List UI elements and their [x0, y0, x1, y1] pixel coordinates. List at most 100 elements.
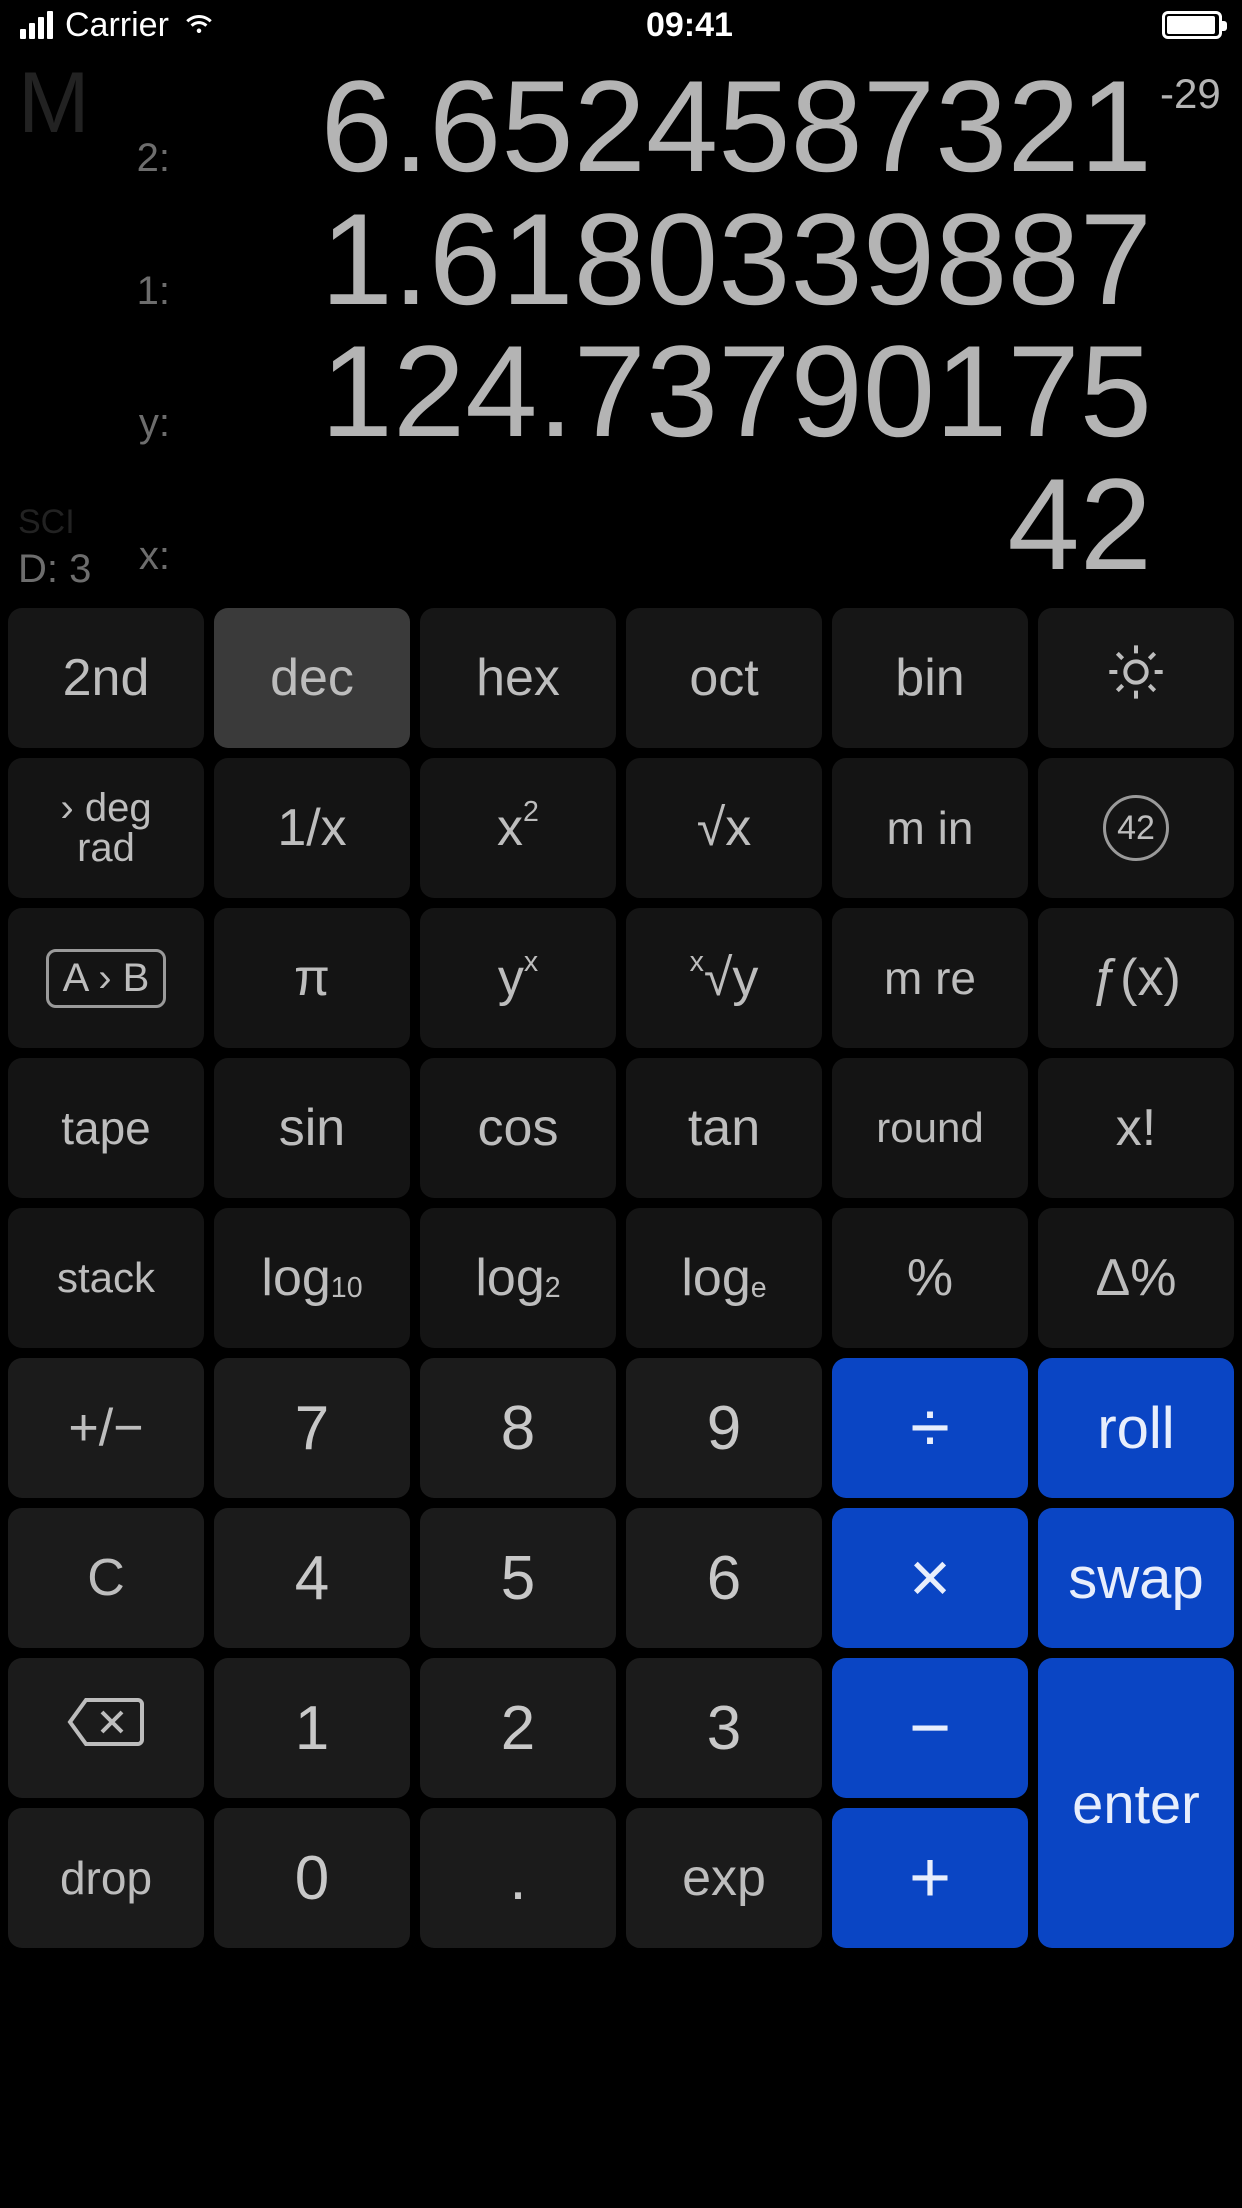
stack-row-1: 1: 1.6180339887: [18, 193, 1224, 326]
carrier-label: Carrier: [65, 6, 169, 45]
enter-button[interactable]: enter: [1038, 1658, 1234, 1948]
stack-exponent: [1152, 458, 1224, 468]
memory-indicator: M: [18, 54, 90, 153]
digit-1-button[interactable]: 1: [214, 1658, 410, 1798]
plus-button[interactable]: +: [832, 1808, 1028, 1948]
square-sup: 2: [523, 796, 539, 829]
hex-mode-button[interactable]: hex: [420, 608, 616, 748]
power-button[interactable]: yx: [420, 908, 616, 1048]
status-bar: Carrier 09:41: [0, 0, 1242, 50]
ln-button[interactable]: loge: [626, 1208, 822, 1348]
root-sup: x: [690, 946, 704, 979]
digit-4-button[interactable]: 4: [214, 1508, 410, 1648]
root-rad: √y: [704, 948, 759, 1008]
stack-row-x: x: 42: [18, 458, 1224, 591]
stack-value: 1.6180339887: [188, 193, 1152, 326]
ab-box-icon: A › B: [46, 949, 167, 1008]
percent-button[interactable]: %: [832, 1208, 1028, 1348]
function-button[interactable]: ƒ(x): [1038, 908, 1234, 1048]
decimal-button[interactable]: .: [420, 1808, 616, 1948]
multiply-button[interactable]: ×: [832, 1508, 1028, 1648]
digit-5-button[interactable]: 5: [420, 1508, 616, 1648]
cos-button[interactable]: cos: [420, 1058, 616, 1198]
xth-root-button[interactable]: x√y: [626, 908, 822, 1048]
factorial-button[interactable]: x!: [1038, 1058, 1234, 1198]
sci-label: SCI: [18, 503, 75, 542]
stack-exponent: -29: [1152, 60, 1224, 118]
stack-label: y:: [18, 401, 188, 446]
log10-button[interactable]: log10: [214, 1208, 410, 1348]
gear-icon: [1104, 640, 1168, 717]
clear-button[interactable]: C: [8, 1508, 204, 1648]
status-right: [1162, 11, 1222, 39]
stack-exponent: [1152, 325, 1224, 335]
digit-9-button[interactable]: 9: [626, 1358, 822, 1498]
convert-button[interactable]: A › B: [8, 908, 204, 1048]
digit-0-button[interactable]: 0: [214, 1808, 410, 1948]
circle-42-icon: 42: [1103, 795, 1169, 861]
sqrt-button[interactable]: √x: [626, 758, 822, 898]
settings-button[interactable]: [1038, 608, 1234, 748]
oct-mode-button[interactable]: oct: [626, 608, 822, 748]
power-base: y: [498, 948, 524, 1008]
battery-icon: [1162, 11, 1222, 39]
stack-button[interactable]: stack: [8, 1208, 204, 1348]
round-button[interactable]: round: [832, 1058, 1028, 1198]
bin-mode-button[interactable]: bin: [832, 608, 1028, 748]
log2-sub: 2: [545, 1272, 561, 1305]
stack-row-2: 2: 6.6524587321 -29: [18, 60, 1224, 193]
wifi-icon: [181, 3, 217, 48]
square-button[interactable]: x2: [420, 758, 616, 898]
stack-row-y: y: 124.73790175: [18, 325, 1224, 458]
log2-base: log: [475, 1248, 544, 1308]
roll-button[interactable]: roll: [1038, 1358, 1234, 1498]
digit-8-button[interactable]: 8: [420, 1358, 616, 1498]
plus-minus-button[interactable]: +/−: [8, 1358, 204, 1498]
pi-button[interactable]: π: [214, 908, 410, 1048]
digit-2-button[interactable]: 2: [420, 1658, 616, 1798]
delta-percent-button[interactable]: Δ%: [1038, 1208, 1234, 1348]
digit-7-button[interactable]: 7: [214, 1358, 410, 1498]
calculator-display: M SCI D: 3 2: 6.6524587321 -29 1: 1.6180…: [0, 50, 1242, 600]
minus-glyph: −: [909, 1687, 951, 1769]
deg-rad-button[interactable]: › deg rad: [8, 758, 204, 898]
loge-sub: e: [751, 1272, 767, 1305]
second-button[interactable]: 2nd: [8, 608, 204, 748]
digit-6-button[interactable]: 6: [626, 1508, 822, 1648]
deg-line1: › deg: [60, 788, 151, 828]
sin-button[interactable]: sin: [214, 1058, 410, 1198]
backspace-icon: [66, 1696, 146, 1761]
drop-button[interactable]: drop: [8, 1808, 204, 1948]
log2-button[interactable]: log2: [420, 1208, 616, 1348]
deg-line2: rad: [77, 828, 135, 868]
mem-recall-button[interactable]: m re: [832, 908, 1028, 1048]
status-time: 09:41: [217, 6, 1162, 45]
tape-button[interactable]: tape: [8, 1058, 204, 1198]
multiply-glyph: ×: [909, 1537, 951, 1619]
minus-button[interactable]: −: [832, 1658, 1028, 1798]
divide-glyph: ÷: [910, 1387, 950, 1469]
status-left: Carrier: [20, 3, 217, 48]
stack-exponent: [1152, 193, 1224, 203]
tan-button[interactable]: tan: [626, 1058, 822, 1198]
divide-button[interactable]: ÷: [832, 1358, 1028, 1498]
plus-glyph: +: [909, 1837, 951, 1919]
mem-in-button[interactable]: m in: [832, 758, 1028, 898]
power-sup: x: [524, 946, 538, 979]
swap-button[interactable]: swap: [1038, 1508, 1234, 1648]
dec-mode-button[interactable]: dec: [214, 608, 410, 748]
keypad: 2nd dec hex oct bin › deg rad 1/x x2 √x …: [0, 600, 1242, 1956]
stack-value: 124.73790175: [188, 325, 1152, 458]
constants-button[interactable]: 42: [1038, 758, 1234, 898]
signal-icon: [20, 11, 53, 39]
digits-label: D: 3: [18, 547, 91, 592]
loge-base: log: [681, 1248, 750, 1308]
square-base: x: [497, 798, 523, 858]
log10-sub: 10: [331, 1272, 363, 1305]
digit-3-button[interactable]: 3: [626, 1658, 822, 1798]
reciprocal-button[interactable]: 1/x: [214, 758, 410, 898]
backspace-button[interactable]: [8, 1658, 204, 1798]
stack-value: 42: [188, 458, 1152, 591]
exp-button[interactable]: exp: [626, 1808, 822, 1948]
stack-value: 6.6524587321: [188, 60, 1152, 193]
